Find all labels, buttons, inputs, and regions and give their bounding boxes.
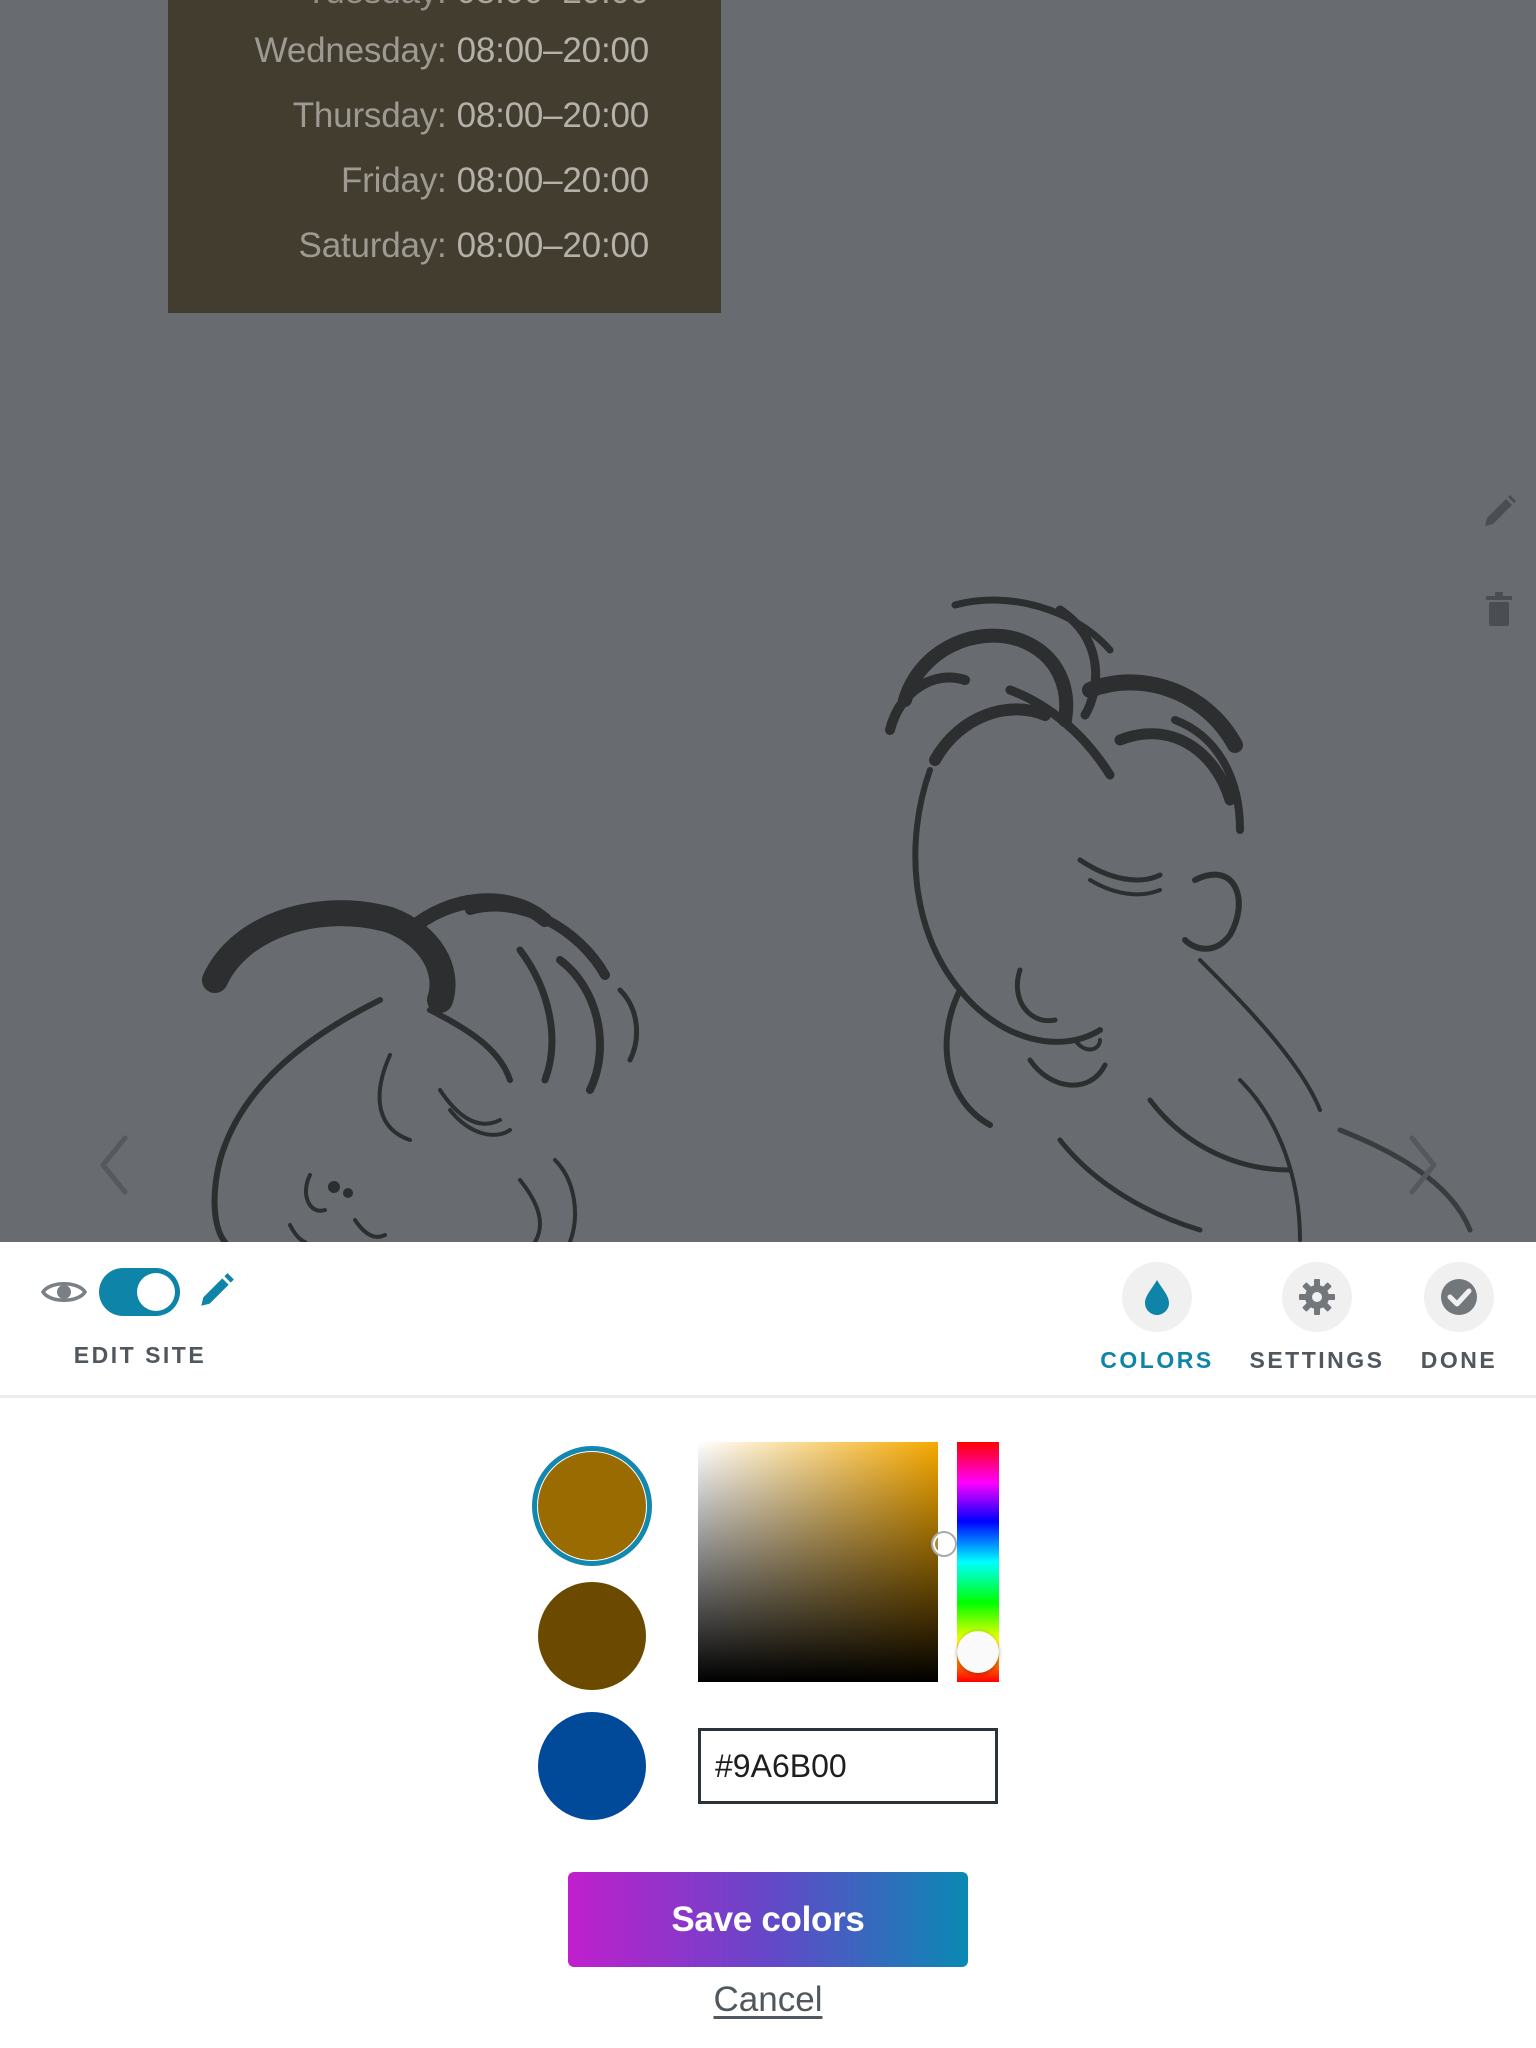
- drop-icon: [1145, 1280, 1169, 1315]
- color-swatch-tertiary[interactable]: [538, 1712, 646, 1820]
- site-preview: Tuesday:08:00–20:00 Wednesday:08:00–20:0…: [0, 0, 1536, 1242]
- chevron-right-icon[interactable]: [1402, 1130, 1442, 1200]
- pencil-icon[interactable]: [195, 1270, 237, 1312]
- cancel-link[interactable]: Cancel: [668, 1980, 868, 2020]
- tab-icon-circle: [1424, 1262, 1494, 1332]
- edit-mode-toggle[interactable]: [99, 1268, 180, 1316]
- tab-icon-circle: [1122, 1262, 1192, 1332]
- pencil-icon[interactable]: [1479, 492, 1519, 532]
- edit-site-label: EDIT SITE: [73, 1342, 207, 1368]
- save-colors-button[interactable]: Save colors: [568, 1872, 968, 1967]
- gear-icon: [1299, 1279, 1335, 1315]
- tab-label: DONE: [1420, 1347, 1498, 1373]
- hex-color-input[interactable]: [698, 1728, 998, 1804]
- eye-icon[interactable]: [40, 1276, 88, 1308]
- tab-settings[interactable]: SETTINGS: [1249, 1262, 1382, 1382]
- tab-done[interactable]: DONE: [1394, 1262, 1524, 1382]
- color-swatch-primary[interactable]: [538, 1452, 646, 1560]
- screen: Tuesday:08:00–20:00 Wednesday:08:00–20:0…: [0, 0, 1536, 2048]
- check-icon: [1441, 1279, 1477, 1315]
- hue-handle[interactable]: [957, 1631, 999, 1673]
- sketch-illustration: [202, 596, 1473, 1242]
- black-gradient: [698, 1442, 938, 1682]
- color-swatch-secondary[interactable]: [538, 1582, 646, 1690]
- saturation-value-picker[interactable]: [698, 1442, 938, 1682]
- chevron-left-icon[interactable]: [95, 1130, 135, 1200]
- toggle-knob: [137, 1273, 175, 1311]
- tab-colors[interactable]: COLORS: [1092, 1262, 1222, 1382]
- tab-label: COLORS: [1100, 1347, 1214, 1373]
- trash-icon[interactable]: [1479, 590, 1519, 630]
- saturation-handle[interactable]: [931, 1531, 957, 1557]
- tab-icon-circle: [1282, 1262, 1352, 1332]
